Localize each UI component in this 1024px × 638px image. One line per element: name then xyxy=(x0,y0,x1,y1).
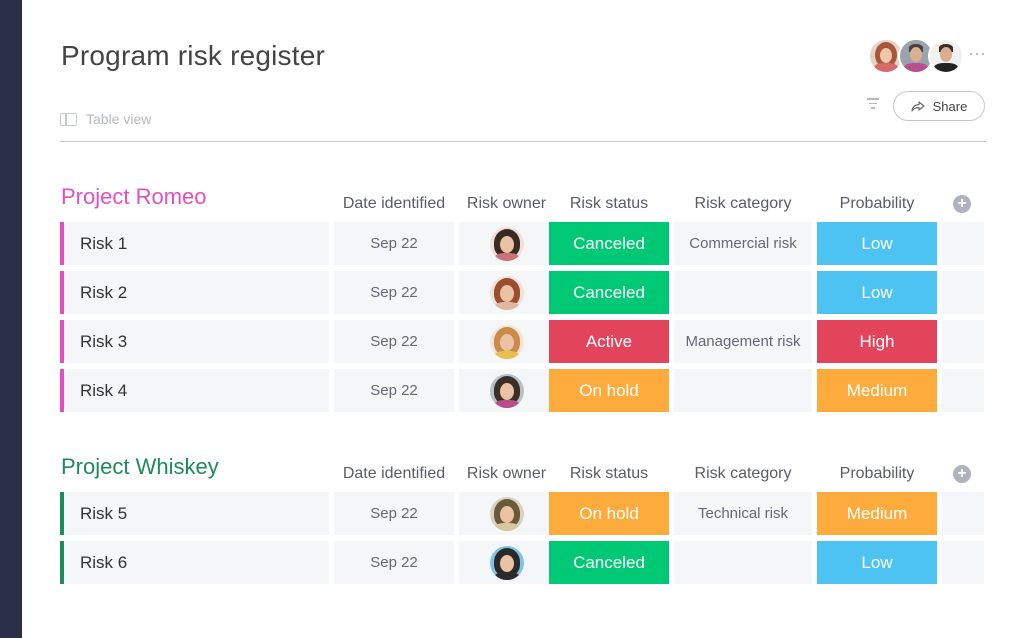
filter-icon[interactable] xyxy=(867,98,879,112)
table-view-icon xyxy=(60,112,77,126)
category-cell[interactable] xyxy=(674,271,812,314)
status-badge[interactable]: Canceled xyxy=(549,222,669,265)
category-cell[interactable]: Commercial risk xyxy=(674,222,812,265)
date-cell[interactable]: Sep 22 xyxy=(334,369,454,412)
board: Program risk register ⋯ Table view Share xyxy=(22,0,1024,638)
table-row[interactable]: Risk 1 Sep 22 Canceled Commercial risk Low xyxy=(60,222,986,265)
status-badge[interactable]: On hold xyxy=(549,369,669,412)
item-name-cell[interactable]: Risk 4 xyxy=(60,369,329,412)
owner-cell[interactable] xyxy=(459,222,554,265)
group-color-bar xyxy=(60,492,64,535)
owner-cell[interactable] xyxy=(459,320,554,363)
page-title: Program risk register xyxy=(61,40,326,71)
left-app-strip xyxy=(0,0,22,638)
empty-cell[interactable] xyxy=(942,369,984,412)
avatar xyxy=(489,496,524,531)
owner-cell[interactable] xyxy=(459,271,554,314)
category-cell[interactable]: Technical risk xyxy=(674,492,812,535)
board-members[interactable] xyxy=(868,38,964,74)
group-project-whiskey: Project Whiskey Date identified Risk owner… xyxy=(60,450,986,590)
empty-cell[interactable] xyxy=(942,222,984,265)
item-name-cell[interactable]: Risk 1 xyxy=(60,222,329,265)
avatar[interactable] xyxy=(928,38,964,74)
item-name: Risk 3 xyxy=(80,331,128,351)
group-title[interactable]: Project Romeo xyxy=(61,184,207,210)
item-name: Risk 4 xyxy=(80,380,128,400)
column-header-owner[interactable]: Risk owner xyxy=(459,195,554,213)
probability-badge[interactable]: Low xyxy=(817,541,937,584)
table-row[interactable]: Risk 3 Sep 22 Active Management risk High xyxy=(60,320,986,363)
header-divider xyxy=(60,141,986,142)
item-name: Risk 2 xyxy=(80,282,128,302)
column-header-probability[interactable]: Probability xyxy=(817,195,937,213)
date-cell[interactable]: Sep 22 xyxy=(334,541,454,584)
column-header-status[interactable]: Risk status xyxy=(549,465,669,483)
status-badge[interactable]: On hold xyxy=(549,492,669,535)
date-cell[interactable]: Sep 22 xyxy=(334,492,454,535)
empty-cell[interactable] xyxy=(942,492,984,535)
group-color-bar xyxy=(60,369,64,412)
more-dots-icon[interactable]: ⋯ xyxy=(968,44,987,65)
add-column-icon[interactable]: + xyxy=(953,465,971,483)
share-button[interactable]: Share xyxy=(893,91,985,121)
probability-badge[interactable]: Low xyxy=(817,271,937,314)
probability-badge[interactable]: Medium xyxy=(817,492,937,535)
item-name-cell[interactable]: Risk 5 xyxy=(60,492,329,535)
item-name-cell[interactable]: Risk 3 xyxy=(60,320,329,363)
item-name-cell[interactable]: Risk 2 xyxy=(60,271,329,314)
status-badge[interactable]: Canceled xyxy=(549,271,669,314)
date-cell[interactable]: Sep 22 xyxy=(334,271,454,314)
category-cell[interactable] xyxy=(674,541,812,584)
group-color-bar xyxy=(60,320,64,363)
owner-cell[interactable] xyxy=(459,492,554,535)
table-row[interactable]: Risk 4 Sep 22 On hold Medium xyxy=(60,369,986,412)
column-header-date[interactable]: Date identified xyxy=(334,465,454,483)
probability-badge[interactable]: Low xyxy=(817,222,937,265)
avatar xyxy=(489,275,524,310)
empty-cell[interactable] xyxy=(942,320,984,363)
column-header-status[interactable]: Risk status xyxy=(549,195,669,213)
group-project-romeo: Project Romeo Date identified Risk owner Ri… xyxy=(60,180,986,418)
category-cell[interactable]: Management risk xyxy=(674,320,812,363)
share-button-label: Share xyxy=(932,98,968,114)
avatar xyxy=(489,226,524,261)
group-title[interactable]: Project Whiskey xyxy=(61,454,219,480)
column-header-probability[interactable]: Probability xyxy=(817,465,937,483)
probability-badge[interactable]: Medium xyxy=(817,369,937,412)
group-color-bar xyxy=(60,271,64,314)
owner-cell[interactable] xyxy=(459,541,554,584)
empty-cell[interactable] xyxy=(942,271,984,314)
empty-cell[interactable] xyxy=(942,541,984,584)
owner-cell[interactable] xyxy=(459,369,554,412)
avatar xyxy=(489,373,524,408)
table-row[interactable]: Risk 5 Sep 22 On hold Technical risk Medium xyxy=(60,492,986,535)
group-color-bar xyxy=(60,222,64,265)
tab-table-view-label: Table view xyxy=(86,111,152,127)
item-name-cell[interactable]: Risk 6 xyxy=(60,541,329,584)
item-name: Risk 6 xyxy=(80,552,128,572)
column-header-category[interactable]: Risk category xyxy=(674,195,812,213)
group-color-bar xyxy=(60,541,64,584)
add-column-icon[interactable]: + xyxy=(953,195,971,213)
table-row[interactable]: Risk 2 Sep 22 Canceled Low xyxy=(60,271,986,314)
status-badge[interactable]: Canceled xyxy=(549,541,669,584)
date-cell[interactable]: Sep 22 xyxy=(334,222,454,265)
avatar xyxy=(489,324,524,359)
date-cell[interactable]: Sep 22 xyxy=(334,320,454,363)
column-header-owner[interactable]: Risk owner xyxy=(459,465,554,483)
status-badge[interactable]: Active xyxy=(549,320,669,363)
column-header-date[interactable]: Date identified xyxy=(334,195,454,213)
item-name: Risk 5 xyxy=(80,503,128,523)
probability-badge[interactable]: High xyxy=(817,320,937,363)
share-arrow-icon xyxy=(911,100,925,112)
avatar xyxy=(489,545,524,580)
category-cell[interactable] xyxy=(674,369,812,412)
item-name: Risk 1 xyxy=(80,233,128,253)
table-row[interactable]: Risk 6 Sep 22 Canceled Low xyxy=(60,541,986,584)
column-header-category[interactable]: Risk category xyxy=(674,465,812,483)
tab-table-view[interactable]: Table view xyxy=(60,111,151,127)
